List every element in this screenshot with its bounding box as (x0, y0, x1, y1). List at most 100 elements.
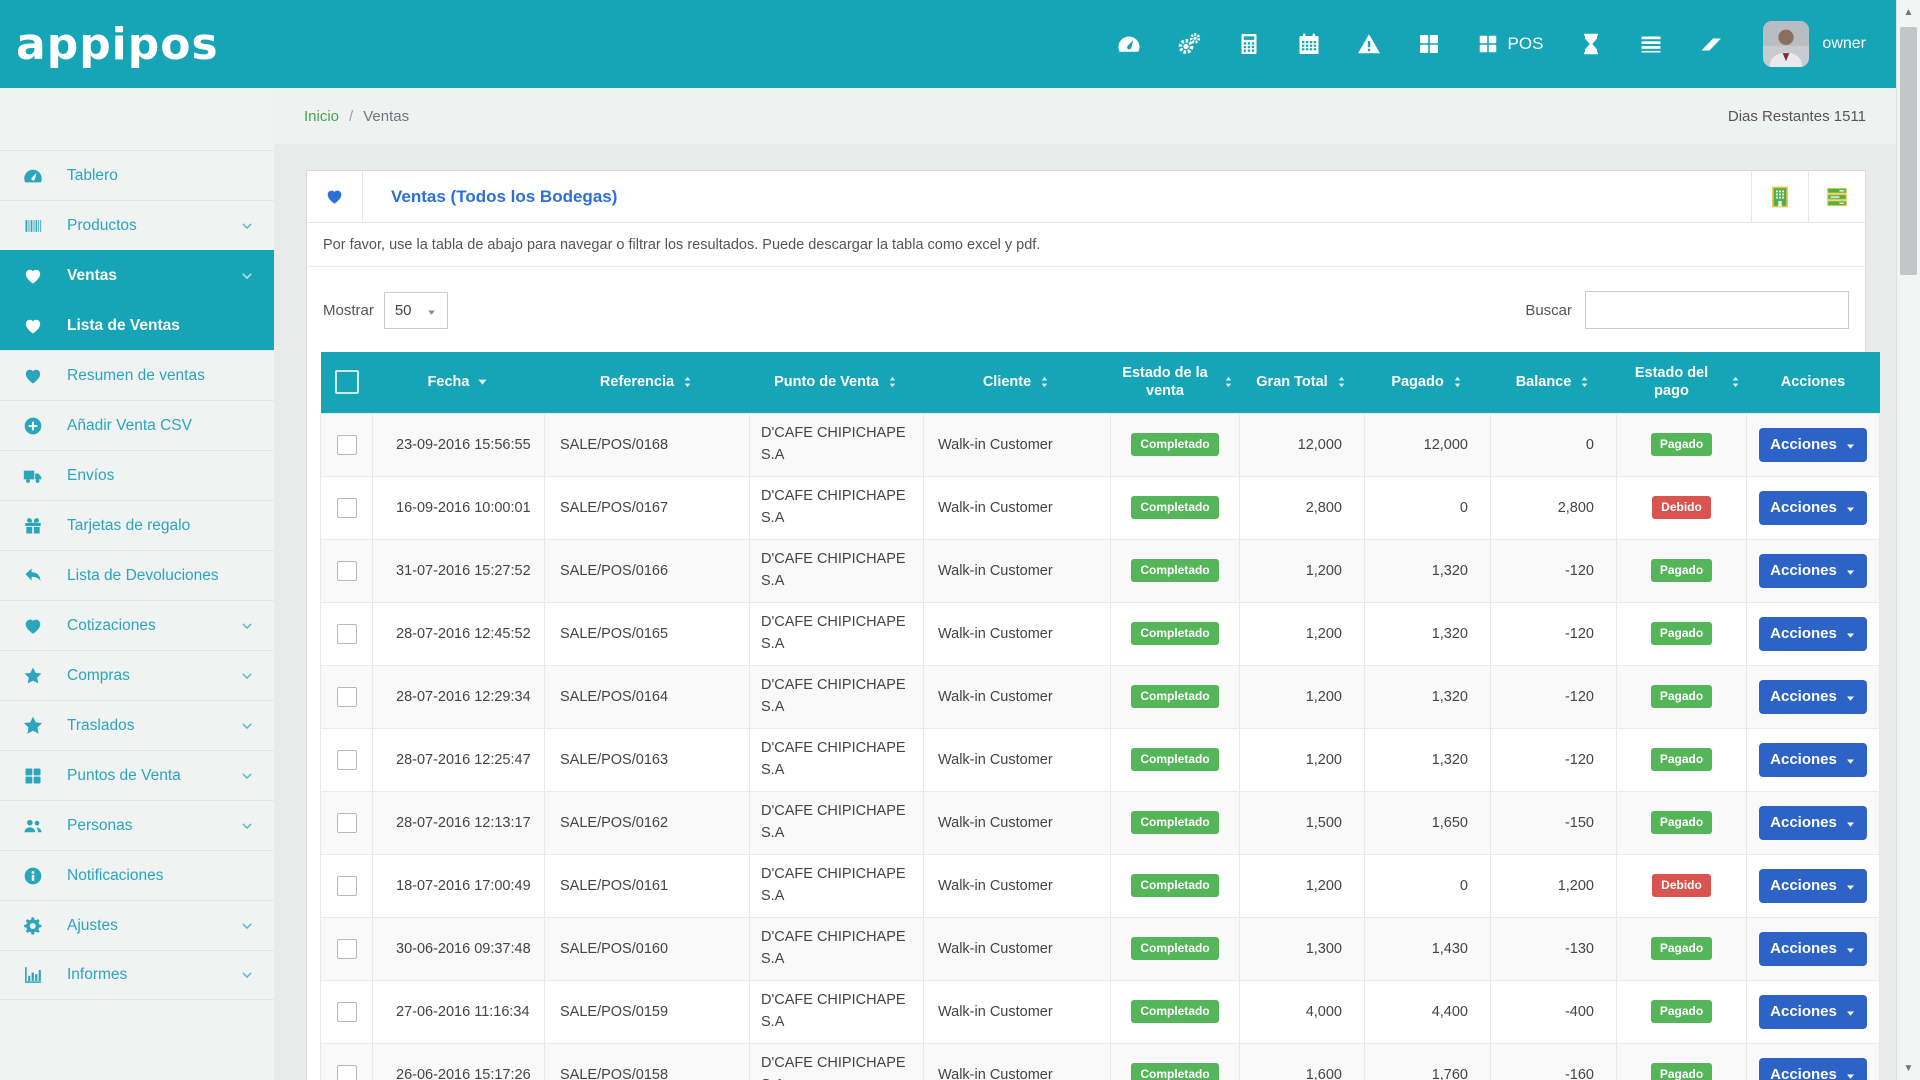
sidebar-item-ajustes[interactable]: Ajustes (0, 900, 274, 950)
row-checkbox[interactable] (337, 939, 357, 959)
balance-amount: -400 (1491, 980, 1617, 1043)
sale-status-badge: Completado (1131, 559, 1218, 581)
actions-button[interactable]: Acciones (1759, 806, 1867, 840)
column-header-gran-total[interactable]: Gran Total (1240, 352, 1365, 413)
row-checkbox[interactable] (337, 687, 357, 707)
row-checkbox[interactable] (337, 1002, 357, 1022)
sidebar-item-resumen-de-ventas[interactable]: Resumen de ventas (0, 350, 274, 400)
column-header-referencia[interactable]: Referencia (545, 352, 750, 413)
row-checkbox[interactable] (337, 435, 357, 455)
actions-button[interactable]: Acciones (1759, 680, 1867, 714)
sidebar-item-notificaciones[interactable]: Notificaciones (0, 850, 274, 900)
actions-button[interactable]: Acciones (1759, 995, 1867, 1029)
sale-status-badge: Completado (1131, 622, 1218, 644)
row-select-cell (321, 917, 373, 980)
app-logo[interactable]: appipos (16, 19, 219, 70)
sale-reference: SALE/POS/0160 (545, 917, 750, 980)
grid-icon[interactable] (1417, 32, 1441, 56)
actions-button[interactable]: Acciones (1759, 869, 1867, 903)
actions-button[interactable]: Acciones (1759, 743, 1867, 777)
user-menu[interactable]: owner (1763, 21, 1866, 67)
sidebar-item-lista-de-devoluciones[interactable]: Lista de Devoluciones (0, 550, 274, 600)
row-checkbox[interactable] (337, 813, 357, 833)
sale-status-cell: Completado (1111, 917, 1240, 980)
balance-amount: 0 (1491, 413, 1617, 476)
hourglass-icon[interactable] (1579, 32, 1603, 56)
pos-nav-button[interactable]: POS (1477, 33, 1544, 55)
actions-button[interactable]: Acciones (1759, 428, 1867, 462)
paid-amount: 1,320 (1365, 602, 1491, 665)
sidebar-item-tablero[interactable]: Tablero (0, 150, 274, 200)
paid-amount: 1,320 (1365, 665, 1491, 728)
column-header-fecha[interactable]: Fecha (373, 352, 545, 413)
list-icon[interactable] (1639, 32, 1663, 56)
sidebar-item-label: Tablero (67, 167, 118, 185)
row-checkbox[interactable] (337, 561, 357, 581)
page-scrollbar[interactable]: ▲ ▼ (1896, 0, 1920, 1080)
caret-down-icon (1845, 1006, 1856, 1017)
search-input[interactable] (1585, 291, 1849, 329)
sidebar-item-traslados[interactable]: Traslados (0, 700, 274, 750)
actions-button[interactable]: Acciones (1759, 617, 1867, 651)
column-header-pagado[interactable]: Pagado (1365, 352, 1491, 413)
sidebar-item-personas[interactable]: Personas (0, 800, 274, 850)
dashboard-icon[interactable] (1117, 32, 1141, 56)
customer-name: Walk-in Customer (924, 413, 1111, 476)
table-row: 28-07-2016 12:45:52SALE/POS/0165D'CAFE C… (321, 602, 1880, 665)
sidebar-item-anadir-venta-csv[interactable]: Añadir Venta CSV (0, 400, 274, 450)
sidebar-item-cotizaciones[interactable]: Cotizaciones (0, 600, 274, 650)
actions-button[interactable]: Acciones (1759, 1058, 1867, 1080)
payment-status-badge: Pagado (1651, 937, 1712, 959)
sidebar-item-label: Compras (67, 667, 130, 685)
list-view-button[interactable] (1808, 171, 1865, 222)
sidebar-item-envios[interactable]: Envíos (0, 450, 274, 500)
breadcrumb-home-link[interactable]: Inicio (304, 108, 339, 125)
eraser-icon[interactable] (1699, 32, 1723, 56)
row-checkbox[interactable] (337, 624, 357, 644)
scroll-down-arrow[interactable]: ▼ (1897, 1056, 1920, 1080)
scrollbar-thumb[interactable] (1900, 27, 1917, 275)
column-header-estado-de-la-venta[interactable]: Estado de la venta (1111, 352, 1240, 413)
row-checkbox[interactable] (337, 498, 357, 518)
scroll-up-arrow[interactable]: ▲ (1897, 0, 1920, 24)
sale-date: 28-07-2016 12:25:47 (373, 728, 545, 791)
warehouse-view-button[interactable] (1751, 171, 1808, 222)
sidebar-item-informes[interactable]: Informes (0, 950, 274, 1000)
sidebar-item-ventas[interactable]: Ventas (0, 250, 274, 300)
row-checkbox[interactable] (337, 876, 357, 896)
sale-reference: SALE/POS/0162 (545, 791, 750, 854)
column-header-cliente[interactable]: Cliente (924, 352, 1111, 413)
actions-button-label: Acciones (1770, 814, 1837, 831)
sale-status-badge: Completado (1131, 433, 1218, 455)
sidebar-item-puntos-de-venta[interactable]: Puntos de Venta (0, 750, 274, 800)
sales-panel: Ventas (Todos los Bodegas) Por favor, us… (306, 170, 1866, 1080)
sidebar-item-productos[interactable]: Productos (0, 200, 274, 250)
sidebar-item-compras[interactable]: Compras (0, 650, 274, 700)
point-of-sale: D'CAFE CHIPICHAPE S.A (750, 539, 924, 602)
actions-button[interactable]: Acciones (1759, 554, 1867, 588)
actions-button[interactable]: Acciones (1759, 932, 1867, 966)
page-size-select[interactable]: 50 (384, 292, 448, 329)
dashboard-icon (20, 166, 46, 186)
actions-button[interactable]: Acciones (1759, 491, 1867, 525)
sidebar-item-lista-de-ventas[interactable]: Lista de Ventas (0, 300, 274, 350)
cogs-icon[interactable] (1177, 32, 1201, 56)
warning-icon[interactable] (1357, 32, 1381, 56)
row-select-cell (321, 476, 373, 539)
row-checkbox[interactable] (337, 1065, 357, 1080)
sale-status-badge: Completado (1131, 874, 1218, 896)
payment-status-cell: Pagado (1617, 1043, 1747, 1080)
column-header-punto-de-venta[interactable]: Punto de Venta (750, 352, 924, 413)
calendar-icon[interactable] (1297, 32, 1321, 56)
balance-amount: 2,800 (1491, 476, 1617, 539)
select-all-checkbox[interactable] (335, 370, 359, 394)
days-remaining: Dias Restantes 1511 (1728, 108, 1866, 125)
sidebar-item-tarjetas-de-regalo[interactable]: Tarjetas de regalo (0, 500, 274, 550)
column-header-estado-del-pago[interactable]: Estado del pago (1617, 352, 1747, 413)
row-checkbox[interactable] (337, 750, 357, 770)
sidebar-item-label: Notificaciones (67, 867, 164, 885)
calculator-icon[interactable] (1237, 32, 1261, 56)
column-header-balance[interactable]: Balance (1491, 352, 1617, 413)
sale-date: 27-06-2016 11:16:34 (373, 980, 545, 1043)
chevron-down-icon (240, 769, 254, 783)
